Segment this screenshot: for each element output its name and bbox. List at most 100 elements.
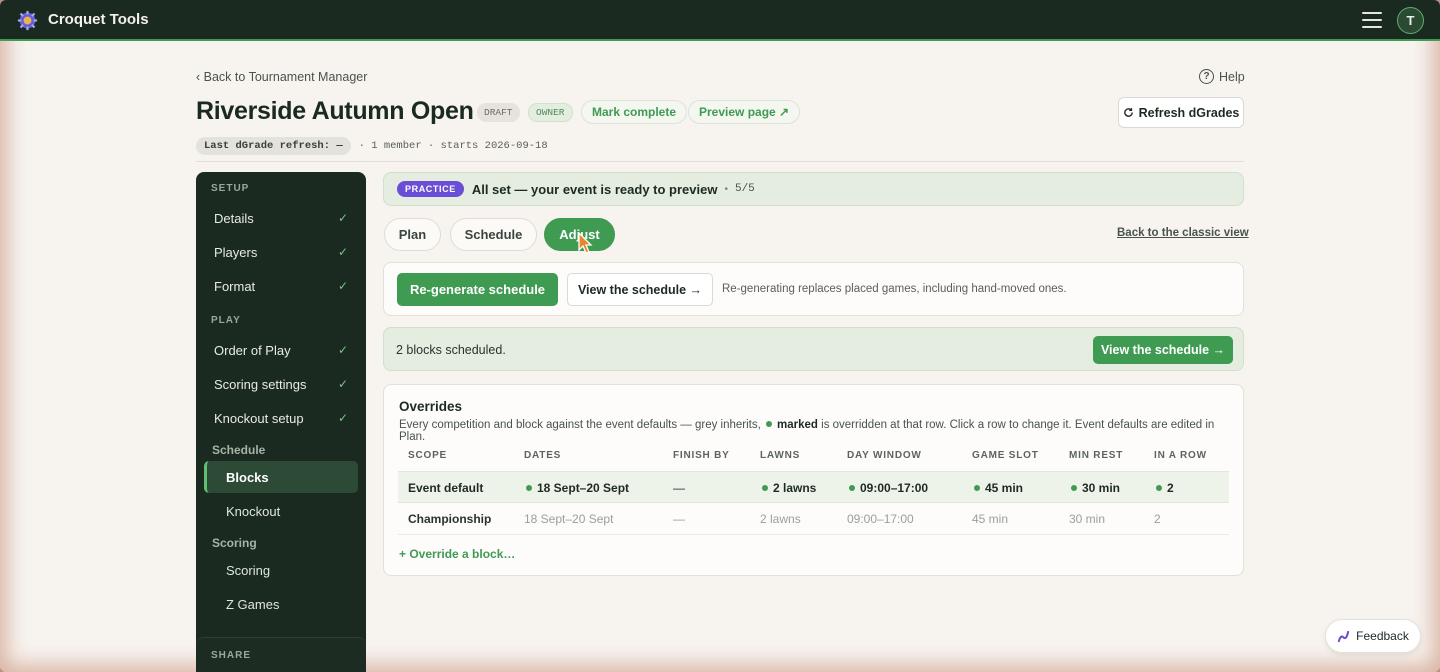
feedback-button[interactable]: Feedback bbox=[1325, 619, 1421, 653]
view-schedule-button[interactable]: View the schedule → bbox=[567, 273, 713, 306]
check-icon: ✓ bbox=[337, 279, 348, 293]
help-link[interactable]: ? Help bbox=[1199, 69, 1245, 84]
cell-lawns: 2 lawns bbox=[760, 481, 816, 495]
override-dot-icon bbox=[526, 485, 532, 492]
refresh-icon bbox=[1123, 108, 1133, 117]
sidebar-item-label: Order of Play bbox=[214, 342, 291, 358]
column-header-scope: SCOPE bbox=[408, 450, 448, 461]
header-divider bbox=[196, 161, 1244, 162]
column-header-lawns: LAWNS bbox=[760, 450, 801, 461]
column-header-finish-by: FINISH BY bbox=[673, 450, 730, 461]
overrides-card: Overrides Every competition and block ag… bbox=[383, 384, 1244, 576]
meta-text: · 1 member · starts 2026-09-18 bbox=[358, 140, 548, 152]
refresh-dgrades-label: Refresh dGrades bbox=[1138, 105, 1240, 120]
cell-min-rest: 30 min bbox=[1069, 512, 1106, 526]
table-row-championship[interactable]: Championship 18 Sept–20 Sept — 2 lawns 0… bbox=[398, 503, 1229, 535]
sidebar-item-format[interactable]: Format ✓ bbox=[204, 271, 358, 301]
table-row-event-default[interactable]: Event default 18 Sept–20 Sept — 2 lawns … bbox=[398, 471, 1229, 503]
cell-dates-value: 18 Sept–20 Sept bbox=[537, 481, 630, 495]
column-header-in-a-row: IN A ROW bbox=[1154, 450, 1207, 461]
override-block-link[interactable]: + Override a block… bbox=[399, 547, 515, 561]
overrides-title: Overrides bbox=[399, 399, 463, 414]
sidebar-item-scoring[interactable]: Scoring bbox=[204, 554, 358, 586]
back-to-tournament-manager-link[interactable]: ‹ Back to Tournament Manager bbox=[196, 70, 367, 84]
sidebar-item-z-games[interactable]: Z Games bbox=[204, 588, 358, 620]
scheduled-summary-card: 2 blocks scheduled. View the schedule → bbox=[383, 327, 1244, 371]
practice-badge: PRACTICE bbox=[397, 181, 464, 197]
check-icon: ✓ bbox=[337, 245, 348, 259]
sidebar-item-details[interactable]: Details ✓ bbox=[204, 203, 358, 233]
override-dot-icon bbox=[762, 485, 768, 492]
override-dot-icon bbox=[1156, 485, 1162, 492]
cell-game-slot: 45 min bbox=[972, 512, 1009, 526]
sidebar-group-scoring: Scoring bbox=[212, 536, 257, 550]
meta-row: Last dGrade refresh: — · 1 member · star… bbox=[196, 137, 548, 155]
help-label: Help bbox=[1219, 69, 1245, 84]
banner-text: All set — your event is ready to preview bbox=[471, 181, 718, 197]
sidebar-item-label: Scoring settings bbox=[214, 376, 307, 392]
sidebar-item-knockout-setup[interactable]: Knockout setup ✓ bbox=[204, 403, 358, 433]
owner-badge: OWNER bbox=[528, 103, 573, 122]
top-bar: Croquet Tools T bbox=[0, 0, 1440, 41]
sidebar-item-knockout[interactable]: Knockout bbox=[204, 495, 358, 527]
view-schedule-primary-button[interactable]: View the schedule → bbox=[1093, 336, 1233, 364]
mouse-cursor-icon bbox=[578, 232, 593, 254]
check-icon: ✓ bbox=[337, 211, 348, 225]
mark-complete-button[interactable]: Mark complete bbox=[581, 100, 688, 124]
preview-page-button[interactable]: Preview page ↗ bbox=[688, 100, 801, 124]
cell-dates: 18 Sept–20 Sept bbox=[524, 512, 614, 526]
sidebar-item-blocks[interactable]: Blocks bbox=[204, 461, 358, 493]
sidebar-section-setup: SETUP bbox=[211, 183, 250, 194]
check-icon: ✓ bbox=[337, 343, 348, 357]
regenerate-schedule-button[interactable]: Re-generate schedule bbox=[397, 273, 558, 306]
cell-in-a-row: 2 bbox=[1154, 512, 1161, 526]
cell-scope: Championship bbox=[408, 512, 492, 526]
feedback-label: Feedback bbox=[1356, 629, 1409, 643]
cell-lawns: 2 lawns bbox=[760, 512, 801, 526]
regenerate-card: Re-generate schedule View the schedule →… bbox=[383, 262, 1244, 316]
sidebar-section-play: PLAY bbox=[211, 315, 241, 326]
draft-badge: DRAFT bbox=[477, 103, 520, 122]
check-icon: ✓ bbox=[337, 411, 348, 425]
sidebar-item-label: Details bbox=[214, 210, 254, 226]
regenerate-note: Re-generating replaces placed games, inc… bbox=[722, 283, 1067, 295]
cell-min-rest-value: 30 min bbox=[1082, 481, 1121, 495]
overrides-desc-marked: marked bbox=[777, 419, 818, 431]
cell-dates: 18 Sept–20 Sept bbox=[524, 481, 629, 495]
sidebar-item-scoring-settings[interactable]: Scoring settings ✓ bbox=[204, 369, 358, 399]
cell-lawns-value: 2 lawns bbox=[773, 481, 817, 495]
column-header-dates: DATES bbox=[524, 450, 562, 461]
hamburger-menu-icon[interactable] bbox=[1362, 12, 1382, 28]
sidebar-item-players[interactable]: Players ✓ bbox=[204, 237, 358, 267]
status-banner: PRACTICE All set — your event is ready t… bbox=[383, 172, 1244, 206]
banner-separator: • bbox=[724, 183, 728, 195]
refresh-dgrades-button[interactable]: Refresh dGrades bbox=[1118, 97, 1244, 128]
cell-in-a-row: 2 bbox=[1154, 481, 1174, 495]
cell-finish-by: — bbox=[673, 512, 685, 526]
cell-game-slot: 45 min bbox=[972, 481, 1023, 495]
tab-schedule[interactable]: Schedule bbox=[450, 218, 537, 251]
gear-logo-icon bbox=[17, 10, 38, 31]
sidebar-item-label: Knockout setup bbox=[214, 410, 304, 426]
sidebar-share-section: SHARE bbox=[196, 637, 366, 672]
column-header-game-slot: GAME SLOT bbox=[972, 450, 1039, 461]
tab-plan[interactable]: Plan bbox=[384, 218, 441, 251]
override-dot-icon bbox=[849, 485, 855, 492]
marked-dot-icon bbox=[766, 421, 773, 428]
sidebar-section-share: SHARE bbox=[211, 650, 252, 661]
scheduled-summary-text: 2 blocks scheduled. bbox=[396, 343, 506, 357]
cell-scope: Event default bbox=[408, 481, 484, 495]
back-to-classic-view-link[interactable]: Back to the classic view bbox=[1117, 227, 1249, 239]
sidebar-item-label: Players bbox=[214, 244, 258, 260]
override-dot-icon bbox=[974, 485, 980, 492]
sidebar-item-label: Format bbox=[214, 278, 256, 294]
column-header-min-rest: MIN REST bbox=[1069, 450, 1124, 461]
check-icon: ✓ bbox=[337, 377, 348, 391]
cell-min-rest: 30 min bbox=[1069, 481, 1120, 495]
cell-day-window-value: 09:00–17:00 bbox=[860, 481, 929, 495]
cell-day-window: 09:00–17:00 bbox=[847, 481, 928, 495]
user-avatar[interactable]: T bbox=[1397, 7, 1424, 34]
app-window: Croquet Tools T ‹ Back to Tournament Man… bbox=[0, 0, 1440, 672]
sidebar-item-order-of-play[interactable]: Order of Play ✓ bbox=[204, 335, 358, 365]
column-header-day-window: DAY WINDOW bbox=[847, 450, 922, 461]
